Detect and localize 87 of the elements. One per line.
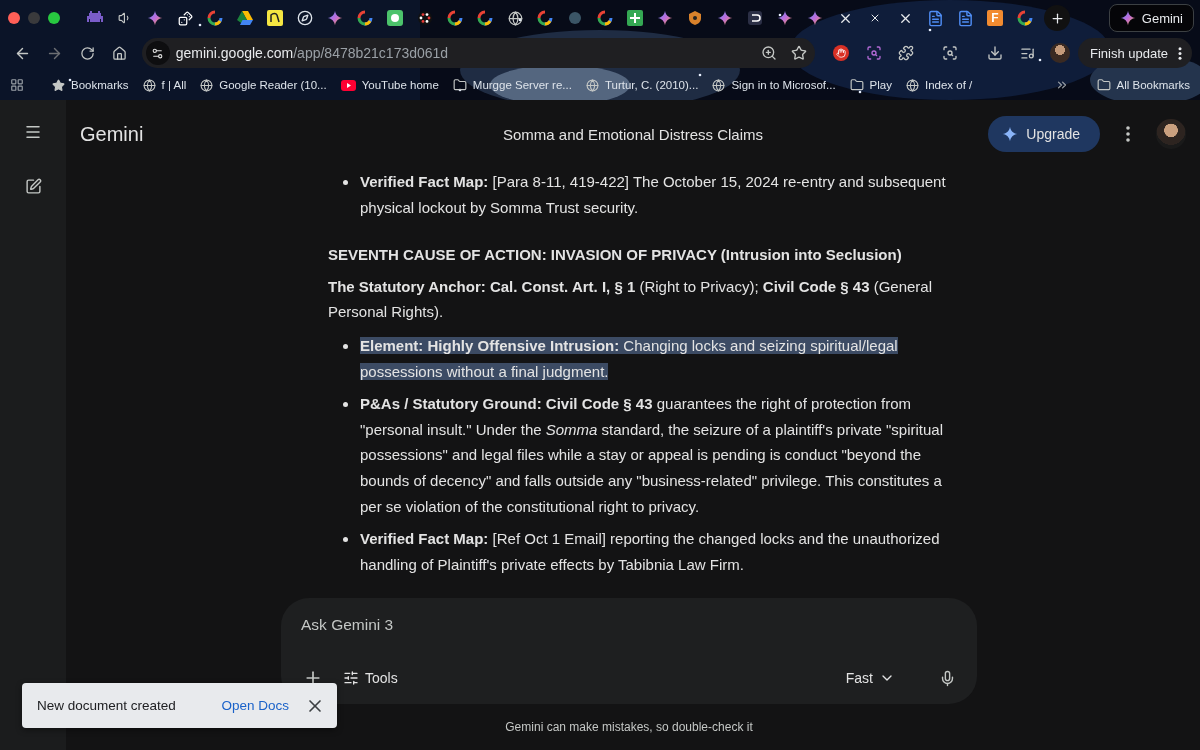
sparkle-icon [777, 10, 793, 26]
dice-icon [177, 10, 193, 26]
sliders-icon [343, 670, 359, 686]
invader-icon [87, 11, 103, 25]
bookmark-item[interactable]: Turtur, C. (2010)... [585, 78, 699, 92]
list-item-text: Element: Highly Offensive Intrusion: Changing locks and seizing spiritual/legal possessions without a final judgment. [360, 335, 899, 382]
reload-icon [79, 45, 95, 61]
globe-icon [585, 78, 599, 92]
bookmark-item[interactable]: Bookmarks [52, 78, 129, 92]
pen-square-icon [24, 177, 42, 195]
dots-icon [417, 10, 433, 26]
star-icon [52, 78, 65, 92]
address-bar[interactable]: gemini.google.com/app/8478b21c173d061d [141, 38, 815, 68]
bookmark-star-icon [791, 45, 807, 61]
bookmark-item[interactable]: Index of / [906, 78, 973, 92]
list-icon [1019, 45, 1035, 61]
user-avatar[interactable] [1156, 119, 1186, 149]
google-icon [447, 10, 463, 26]
home-icon [111, 45, 127, 61]
sparkle-icon [327, 10, 343, 26]
sparkle-icon [147, 10, 163, 26]
more-icon [1178, 46, 1182, 60]
google-icon [1017, 10, 1033, 26]
apps-icon[interactable] [10, 78, 24, 92]
disclaimer-text: Gemini can make mistakes, so double-check it [505, 720, 753, 734]
google-icon [357, 10, 373, 26]
document-icon [956, 9, 974, 27]
mode-dropdown[interactable]: Fast [845, 670, 895, 686]
globe-icon [906, 78, 919, 92]
bookmark-item[interactable]: Google Reader (10... [200, 78, 327, 92]
upgrade-button[interactable]: Upgrade [988, 116, 1100, 152]
play-icon [340, 79, 356, 91]
box-icon [747, 10, 763, 26]
hand-icon [832, 44, 851, 62]
list-item-text: Verified Fact Map: [Para 8-11, 419-422] The October 15, 2024 re-entry and subsequent physical lockout by Somma Trust security. [360, 172, 947, 218]
zoom-icon [761, 45, 777, 61]
circle-icon [567, 10, 583, 26]
app-icon [267, 10, 283, 26]
folder-icon [452, 78, 467, 92]
list-item-text: P&As / Statutory Ground: Civil Code § 43 guarantees the right of protection from "personal insult." Under the Somma standard, the seizure of a plaintiff's private "spiritual possessions" and legal files while a stay or appeal is pending is conduct "beyond the bounds of decency" and falls outside any "business-related" privilege. This constitutes a per se violation of the constitutional right to privacy. [360, 394, 945, 517]
finish-update-button[interactable]: Finish update [1077, 38, 1192, 68]
puzzle-icon [898, 45, 915, 61]
google-icon [477, 10, 493, 26]
spreadsheet-icon [627, 10, 643, 26]
folder-icon [849, 78, 864, 92]
sparkle-icon [1119, 10, 1136, 26]
google-icon [597, 10, 613, 26]
more-icon [1126, 126, 1130, 142]
globe-icon [142, 78, 156, 92]
scan-icon [865, 45, 882, 61]
sparkle-icon [657, 10, 673, 26]
shield-icon [687, 10, 703, 26]
compass-icon [297, 10, 313, 26]
globe-icon [712, 78, 726, 92]
google-icon [207, 10, 223, 26]
scan-icon [942, 45, 959, 61]
bookmark-item[interactable]: Play [849, 78, 892, 92]
document-icon [926, 9, 944, 27]
toast-message: New document created [37, 698, 177, 713]
tools-button[interactable]: Tools [343, 670, 398, 686]
sparkle-icon [807, 10, 823, 26]
menu-icon [24, 123, 42, 141]
close-icon [869, 12, 881, 24]
app-title: Gemini [80, 122, 144, 146]
drive-icon [237, 11, 253, 25]
folder-icon [1096, 78, 1111, 92]
bookmark-item[interactable]: f | All [142, 78, 187, 92]
globe-icon [200, 78, 214, 92]
globe-icon [507, 10, 523, 26]
site-settings-icon [145, 41, 170, 65]
sparkle-icon [1002, 126, 1019, 142]
open-docs-link[interactable]: Open Docs [221, 698, 289, 713]
sparkle-icon [717, 10, 733, 26]
list-item-text: Verified Fact Map: [Ref Oct 1 Email] reporting the changed locks and the unauthorized handling of Plaintiff's private effects by Tabibnia Law Firm. [360, 529, 941, 575]
bookmark-item[interactable]: YouTube home [340, 79, 439, 91]
prompt-field[interactable]: Ask Gemini 3 [301, 616, 959, 634]
plus-icon [1049, 10, 1065, 26]
section-heading: SEVENTH CAUSE OF ACTION: INVASION OF PRIVACY (Intrusion into Seclusion) [328, 245, 903, 266]
google-icon [537, 10, 553, 26]
letter-icon: F [987, 10, 1003, 26]
browser-tab[interactable]: Gemini [1108, 4, 1194, 32]
bookmark-item[interactable]: Murgge Server re... [452, 78, 572, 92]
download-icon [986, 45, 1003, 61]
bookmark-item[interactable]: Sign in to Microsof... [712, 78, 836, 92]
paragraph: The Statutory Anchor: Cal. Const. Art. I, § 1 (Right to Privacy); Civil Code § 43 (General Personal Rights). [328, 276, 934, 323]
chat-title: Somma and Emotional Distress Claims [502, 125, 764, 143]
app-icon [387, 10, 403, 26]
